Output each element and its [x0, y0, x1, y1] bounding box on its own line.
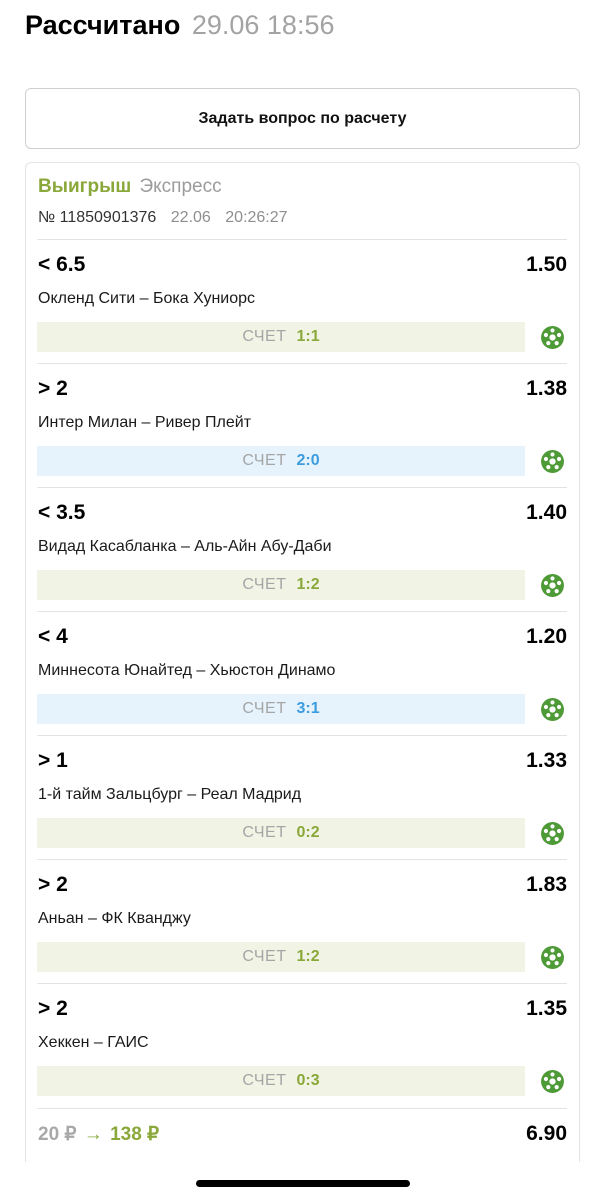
score-bar: СЧЕТ 1:1: [37, 322, 525, 352]
payout-amount: 138 ₽: [110, 1124, 160, 1145]
match-name[interactable]: Интер Милан – Ривер Плейт: [38, 413, 251, 433]
score-label: СЧЕТ: [242, 576, 287, 593]
event-odds: 1.20: [526, 625, 567, 648]
total-odds: 6.90: [526, 1122, 567, 1145]
bet-event-row: > 1 1.33 1-й тайм Зальцбург – Реал Мадрид С…: [37, 735, 567, 859]
score-value: 0:3: [296, 1072, 320, 1089]
score-bar: СЧЕТ 1:2: [37, 942, 525, 972]
score-label: СЧЕТ: [242, 948, 287, 965]
bet-line: < 4: [38, 625, 68, 648]
match-name[interactable]: Аньан – ФК Кванджу: [38, 909, 191, 929]
score-bar: СЧЕТ 0:3: [37, 1066, 525, 1096]
match-name[interactable]: Видад Касабланка – Аль-Айн Абу-Даби: [38, 537, 332, 557]
soccer-ball-icon: [540, 821, 565, 846]
bet-type: Экспресс: [139, 176, 222, 197]
event-odds: 1.35: [526, 997, 567, 1020]
bet-event-row: < 3.5 1.40 Видад Касабланка – Аль-Айн Абу-…: [37, 487, 567, 611]
bet-meta: № 11850901376 22.06 20:26:27: [38, 208, 288, 228]
event-odds: 1.33: [526, 749, 567, 772]
bet-line: > 2: [38, 873, 68, 896]
event-odds: 1.50: [526, 253, 567, 276]
score-value: 1:2: [296, 576, 320, 593]
match-name[interactable]: Окленд Сити – Бока Хуниорс: [38, 289, 255, 309]
event-odds: 1.40: [526, 501, 567, 524]
soccer-ball-icon: [540, 573, 565, 598]
bet-event-row: > 2 1.38 Интер Милан – Ривер Плейт СЧЕТ 2:0: [37, 363, 567, 487]
score-bar: СЧЕТ 3:1: [37, 694, 525, 724]
bet-event-row: > 2 1.35 Хеккен – ГАИС СЧЕТ 0:3: [37, 983, 567, 1107]
settled-datetime: 29.06 18:56: [191, 10, 335, 40]
bet-event-row: > 2 1.83 Аньан – ФК Кванджу СЧЕТ 1:2: [37, 859, 567, 983]
stake-payout: 20 ₽ → 138 ₽: [38, 1123, 159, 1146]
bet-line: > 2: [38, 377, 68, 400]
bet-status: Выигрыш Экспресс: [38, 175, 222, 199]
stake-amount: 20 ₽: [38, 1124, 77, 1145]
event-odds: 1.38: [526, 377, 567, 400]
home-indicator: [196, 1180, 410, 1187]
score-label: СЧЕТ: [242, 1072, 287, 1089]
bet-event-row: < 4 1.20 Миннесота Юнайтед – Хьюстон Динам…: [37, 611, 567, 735]
soccer-ball-icon: [540, 1069, 565, 1094]
score-value: 1:2: [296, 948, 320, 965]
soccer-ball-icon: [540, 697, 565, 722]
match-name[interactable]: Хеккен – ГАИС: [38, 1033, 149, 1053]
title-text: Рассчитано: [25, 10, 181, 40]
bet-card: Выигрыш Экспресс № 11850901376 22.06 20:…: [25, 162, 580, 1162]
soccer-ball-icon: [540, 449, 565, 474]
page-title: Рассчитано 29.06 18:56: [25, 8, 334, 42]
score-bar: СЧЕТ 2:0: [37, 446, 525, 476]
event-odds: 1.83: [526, 873, 567, 896]
bet-line: > 1: [38, 749, 68, 772]
score-value: 2:0: [296, 452, 320, 469]
bet-date: 22.06: [170, 209, 211, 226]
bet-line: > 2: [38, 997, 68, 1020]
bet-number: № 11850901376: [38, 209, 157, 226]
match-name[interactable]: Миннесота Юнайтед – Хьюстон Динамо: [38, 661, 335, 681]
match-name[interactable]: 1-й тайм Зальцбург – Реал Мадрид: [38, 785, 301, 805]
arrow-right-icon: →: [83, 1124, 103, 1145]
bet-line: < 6.5: [38, 253, 86, 276]
bet-line: < 3.5: [38, 501, 86, 524]
score-label: СЧЕТ: [242, 824, 287, 841]
score-label: СЧЕТ: [242, 328, 287, 345]
soccer-ball-icon: [540, 325, 565, 350]
soccer-ball-icon: [540, 945, 565, 970]
score-label: СЧЕТ: [242, 700, 287, 717]
score-bar: СЧЕТ 1:2: [37, 570, 525, 600]
score-value: 0:2: [296, 824, 320, 841]
bet-summary: 20 ₽ → 138 ₽ 6.90: [37, 1108, 567, 1158]
score-value: 1:1: [296, 328, 320, 345]
status-badge: Выигрыш: [38, 176, 132, 197]
score-value: 3:1: [296, 700, 320, 717]
bet-time: 20:26:27: [225, 209, 288, 226]
bet-event-row: < 6.5 1.50 Окленд Сити – Бока Хуниорс СЧЕТ 1…: [37, 239, 567, 363]
score-label: СЧЕТ: [242, 452, 287, 469]
score-bar: СЧЕТ 0:2: [37, 818, 525, 848]
ask-question-button[interactable]: Задать вопрос по расчету: [25, 88, 580, 149]
